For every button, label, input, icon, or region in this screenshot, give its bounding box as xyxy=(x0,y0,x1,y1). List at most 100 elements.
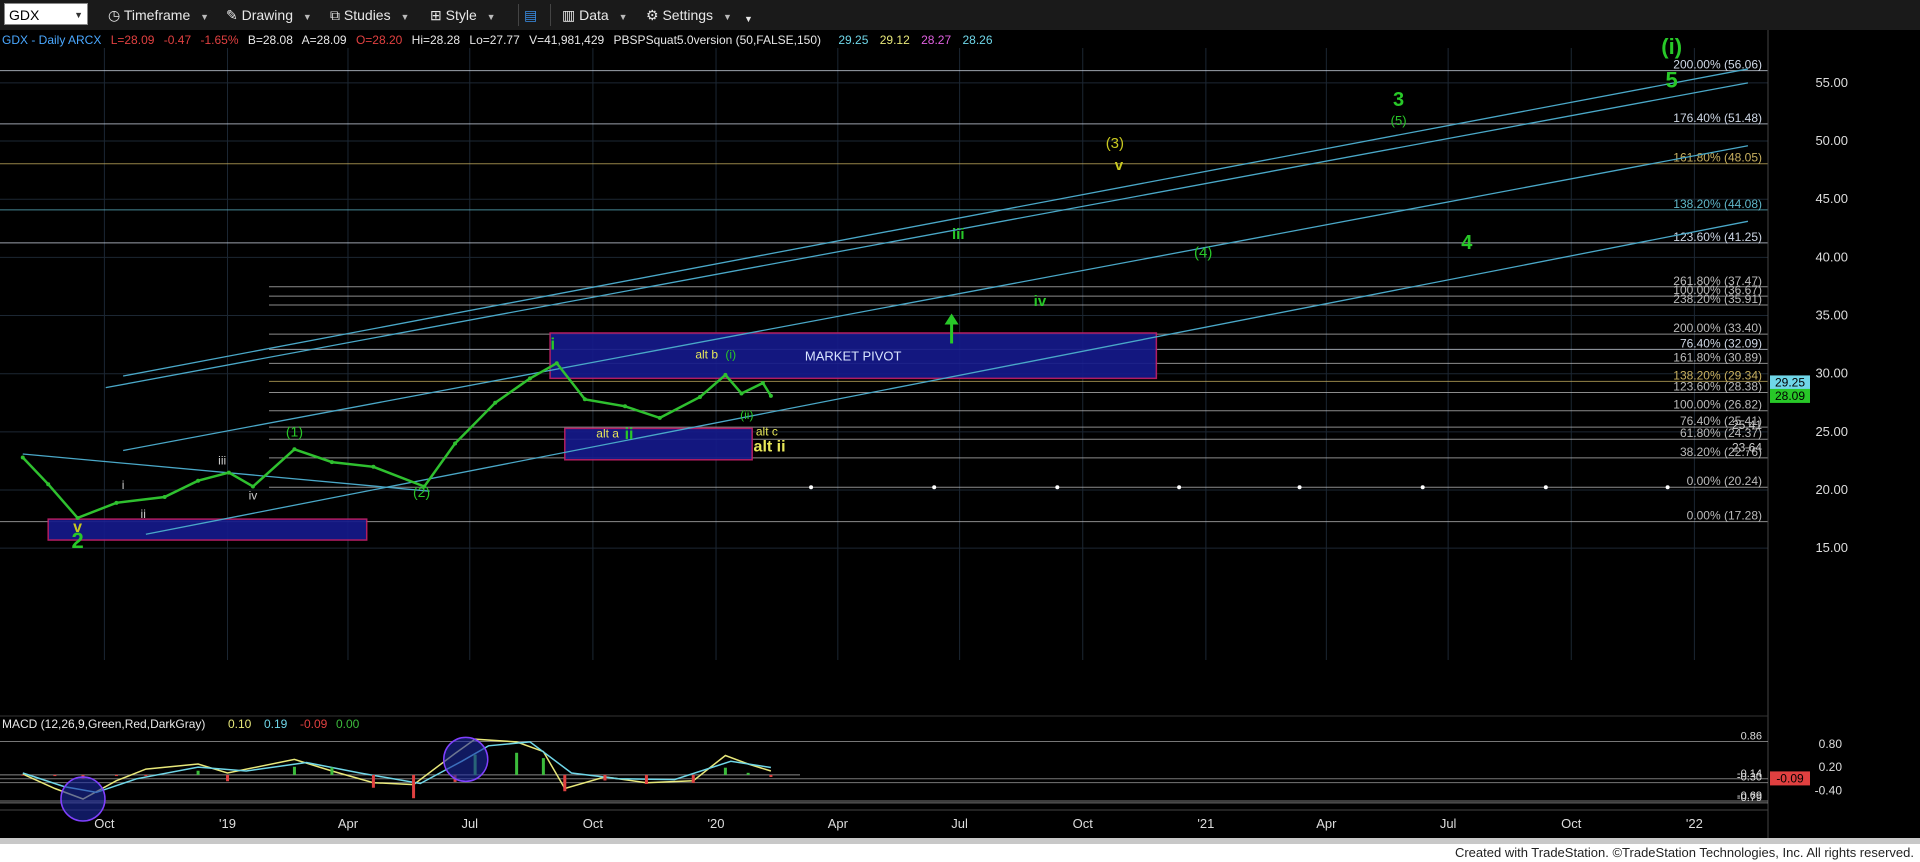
style-button[interactable]: ⊞ Style ▼ xyxy=(430,4,496,26)
macd-value: 0.00 xyxy=(336,717,360,731)
level-dot xyxy=(1055,485,1060,490)
y-tick-label: 55.00 xyxy=(1815,75,1848,90)
price-chart[interactable]: 200.00% (56.06)176.40% (51.48)161.80% (4… xyxy=(0,30,1920,838)
level-dot xyxy=(932,485,937,490)
x-tick-label: Oct xyxy=(583,816,604,831)
studies-icon: ⧉ xyxy=(330,7,340,23)
wave-label: ii xyxy=(625,426,634,443)
y-tick-label: 50.00 xyxy=(1815,133,1848,148)
settings-label: Settings xyxy=(662,7,714,23)
high-price: Hi=28.28 xyxy=(412,33,461,47)
pencil-icon: ✎ xyxy=(226,7,238,23)
chevron-down-icon: ▼ xyxy=(618,12,628,22)
price-change: -0.47 xyxy=(164,33,192,47)
fib-level-label: 123.60% (41.25) xyxy=(1673,230,1762,244)
x-tick-label: Jul xyxy=(461,816,478,831)
data-label: Data xyxy=(579,7,609,23)
price-point xyxy=(114,500,119,505)
symbol-input[interactable]: GDX ▼ xyxy=(4,3,88,25)
price-point xyxy=(739,391,744,396)
study-value: 29.25 xyxy=(838,33,868,47)
settings-button[interactable]: ⚙ Settings ▼ xyxy=(646,4,732,26)
symbol-dropdown-icon[interactable]: ▼ xyxy=(74,4,83,26)
timeframe-label: Timeframe xyxy=(123,7,191,23)
copyright-text: Created with TradeStation. ©TradeStation… xyxy=(1454,845,1914,860)
level-label: 25.41 xyxy=(1732,418,1762,432)
price-point xyxy=(527,376,532,381)
data-button[interactable]: ▥ Data ▼ xyxy=(562,4,628,26)
macd-level-label: -0.79 xyxy=(1737,792,1762,804)
fib-level-label: 138.20% (44.08) xyxy=(1673,197,1762,211)
price-point xyxy=(20,455,25,460)
drawing-label: Drawing xyxy=(241,7,293,23)
chevron-down-icon: ▼ xyxy=(200,12,210,22)
study-value: 28.26 xyxy=(962,33,992,47)
price-point xyxy=(493,400,498,405)
wave-label: alt a xyxy=(596,427,619,441)
wave-label: 5 xyxy=(1666,68,1678,93)
chevron-down-icon: ▼ xyxy=(486,12,496,22)
wave-label: alt b xyxy=(695,348,718,362)
low-price: Lo=27.77 xyxy=(469,33,520,47)
drawing-button[interactable]: ✎ Drawing ▼ xyxy=(226,4,312,26)
wave-label: v xyxy=(1115,157,1124,174)
x-tick-label: '21 xyxy=(1197,816,1214,831)
level-dot xyxy=(1543,485,1548,490)
macd-y-tick-label: 0.80 xyxy=(1819,737,1843,751)
style-label: Style xyxy=(445,7,477,23)
x-tick-label: '19 xyxy=(219,816,236,831)
chevron-down-icon: ▼ xyxy=(400,12,410,22)
more-options-icon[interactable]: ▼ xyxy=(744,8,753,30)
zone-box xyxy=(564,427,753,461)
wave-label: ii xyxy=(141,507,146,521)
wave-label: i xyxy=(122,478,125,492)
toolbar-divider xyxy=(550,4,551,26)
layout-button[interactable]: ▤ xyxy=(524,4,537,26)
price-point xyxy=(196,478,201,483)
wave-label: (4) xyxy=(1194,244,1212,261)
x-tick-label: Jul xyxy=(951,816,968,831)
macd-y-tick-label: 0.20 xyxy=(1819,760,1843,774)
macd-value: 0.19 xyxy=(264,717,288,731)
toolbar-divider xyxy=(518,4,519,26)
wave-label: iv xyxy=(1034,293,1047,310)
x-tick-label: Oct xyxy=(94,816,115,831)
fib-level-label: 76.40% (32.09) xyxy=(1680,336,1762,350)
y-tick-label: 30.00 xyxy=(1815,366,1848,381)
wave-label: alt ii xyxy=(754,439,786,456)
x-tick-label: Oct xyxy=(1561,816,1582,831)
price-point xyxy=(162,495,167,500)
price-point xyxy=(623,404,628,409)
price-point xyxy=(453,441,458,446)
wave-label: (3) xyxy=(1106,135,1124,152)
macd-highlight xyxy=(60,776,106,822)
macd-level-label: -0.30 xyxy=(1737,772,1762,784)
y-tick-label: 25.00 xyxy=(1815,424,1848,439)
level-dot xyxy=(1420,485,1425,490)
wave-label: (2) xyxy=(413,484,430,500)
y-tick-label: 45.00 xyxy=(1815,191,1848,206)
x-tick-label: Apr xyxy=(1316,816,1337,831)
price-point xyxy=(292,447,297,452)
horizontal-scrollbar[interactable] xyxy=(0,838,1920,844)
x-tick-label: Apr xyxy=(338,816,359,831)
wave-label: 4 xyxy=(1461,232,1473,254)
chart-header: GDX - Daily ARCX L=28.09 -0.47 -1.65% B=… xyxy=(2,33,993,47)
footer: Created with TradeStation. ©TradeStation… xyxy=(0,838,1920,862)
last-price-tag-label: 28.09 xyxy=(1775,389,1805,403)
toolbar: GDX ▼ ◷ Timeframe ▼ ✎ Drawing ▼ ⧉ Studie… xyxy=(0,0,1920,31)
price-point xyxy=(582,397,587,402)
fib-level-label: 123.60% (28.38) xyxy=(1673,380,1762,394)
timeframe-button[interactable]: ◷ Timeframe ▼ xyxy=(108,4,209,26)
level-dot xyxy=(1177,485,1182,490)
wave-label: 2 xyxy=(72,528,84,553)
fib-level-label: 0.00% (20.24) xyxy=(1687,474,1762,488)
studies-button[interactable]: ⧉ Studies ▼ xyxy=(330,4,409,26)
symbol-text: GDX xyxy=(9,7,40,23)
macd-level-label: 0.86 xyxy=(1741,730,1762,742)
wave-label: (1) xyxy=(286,424,303,440)
price-point xyxy=(657,415,662,420)
y-tick-label: 35.00 xyxy=(1815,308,1848,323)
fib-level-label: 176.40% (51.48) xyxy=(1673,111,1762,125)
price-point xyxy=(723,372,728,377)
